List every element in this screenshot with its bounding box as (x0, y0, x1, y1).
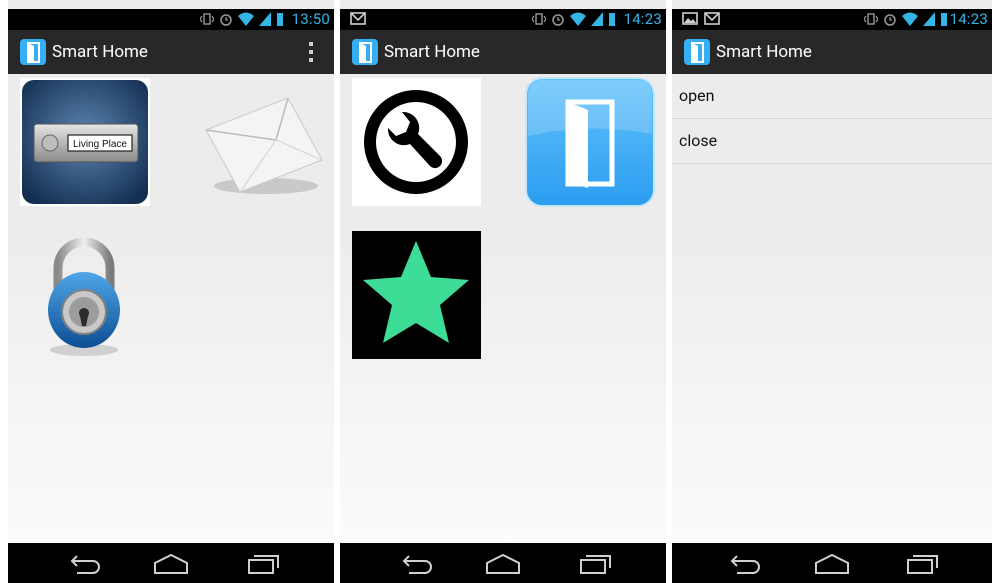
signal-icon (591, 12, 603, 26)
wifi-icon (238, 12, 254, 26)
living-place-label: Living Place (73, 139, 127, 150)
navigation-bar (672, 543, 992, 583)
status-time: 13:50 (291, 10, 330, 28)
app-icon[interactable] (683, 38, 711, 66)
star-icon (363, 241, 469, 343)
action-bar: Smart Home (8, 30, 334, 74)
recent-apps-icon[interactable] (243, 551, 283, 575)
status-icons (864, 12, 948, 26)
status-bar: 13:50 (8, 9, 334, 30)
home-icon[interactable] (151, 551, 191, 575)
list-item-label: open (679, 86, 715, 105)
home-icon[interactable] (483, 551, 523, 575)
battery-icon (277, 13, 283, 26)
status-icons (200, 12, 284, 26)
phone-screen-2: 14:23 Smart Home (340, 0, 666, 583)
vibrate-icon (200, 13, 214, 25)
app-title: Smart Home (52, 42, 148, 62)
padlock-icon (48, 237, 120, 356)
battery-icon (941, 13, 947, 26)
status-time: 14:23 (623, 10, 662, 28)
image-notification-icon (682, 12, 698, 25)
signal-icon (259, 12, 271, 26)
home-icon[interactable] (812, 551, 852, 575)
action-bar: Smart Home (672, 30, 992, 74)
vibrate-icon (532, 13, 546, 25)
back-icon[interactable] (65, 551, 105, 575)
notification-icons (350, 12, 366, 25)
list-item-close[interactable]: close (672, 119, 992, 164)
navigation-bar (340, 543, 666, 583)
navigation-bar (8, 543, 334, 583)
tile-mail[interactable] (198, 90, 328, 200)
list-item-label: close (679, 131, 718, 150)
status-bar: 14:23 (672, 9, 992, 30)
tile-settings[interactable] (352, 78, 481, 206)
list-item-open[interactable]: open (672, 74, 992, 119)
overflow-menu-icon[interactable] (308, 41, 314, 63)
wrench-settings-icon (364, 90, 468, 194)
alarm-icon (552, 14, 564, 26)
tile-favorite[interactable] (352, 231, 481, 359)
status-icons (532, 12, 616, 26)
battery-icon (609, 13, 615, 26)
signal-icon (923, 12, 935, 26)
alarm-icon (220, 14, 232, 26)
vibrate-icon (864, 13, 878, 25)
phone-screen-3: 14:23 Smart Home open close (672, 0, 992, 583)
living-place-doorbell-icon: Living Place (22, 80, 148, 204)
status-time: 14:23 (949, 10, 988, 28)
notification-icons (682, 12, 720, 25)
wifi-icon (570, 12, 586, 26)
phone-screen-1: 13:50 Smart Home Living Place (8, 0, 334, 583)
app-icon[interactable] (351, 38, 379, 66)
gmail-icon (350, 12, 366, 25)
app-title: Smart Home (716, 42, 812, 62)
door-icon (525, 77, 655, 207)
alarm-icon (884, 14, 896, 26)
tile-padlock[interactable] (40, 237, 130, 363)
app-icon[interactable] (19, 38, 47, 66)
tile-living-place[interactable]: Living Place (20, 78, 150, 206)
action-bar: Smart Home (340, 30, 666, 74)
wifi-icon (902, 12, 918, 26)
back-icon[interactable] (725, 551, 765, 575)
app-title: Smart Home (384, 42, 480, 62)
recent-apps-icon[interactable] (902, 551, 942, 575)
mail-envelope-icon (205, 97, 323, 194)
status-bar: 14:23 (340, 9, 666, 30)
recent-apps-icon[interactable] (575, 551, 615, 575)
tile-door[interactable] (524, 76, 656, 208)
gmail-icon (704, 12, 720, 25)
back-icon[interactable] (397, 551, 437, 575)
